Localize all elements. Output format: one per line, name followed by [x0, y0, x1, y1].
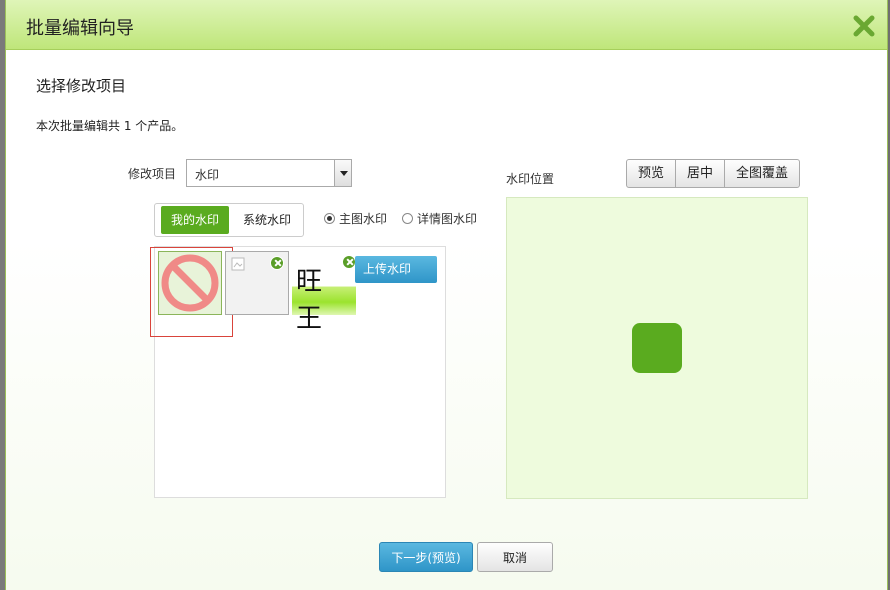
watermark-item-no-entry[interactable] [158, 251, 222, 315]
watermark-tabs: 我的水印 系统水印 [154, 203, 304, 237]
remove-watermark-icon[interactable] [270, 256, 284, 270]
dialog-header: 批量编辑向导 [6, 0, 887, 50]
tab-my-watermark[interactable]: 我的水印 [161, 206, 229, 234]
center-button[interactable]: 居中 [676, 160, 726, 187]
radio-button[interactable] [402, 213, 413, 224]
radio-button-checked[interactable] [324, 213, 335, 224]
preview-button[interactable]: 预览 [627, 160, 677, 187]
dialog-title: 批量编辑向导 [26, 18, 134, 39]
broken-image-icon [231, 257, 245, 271]
dialog-body: 选择修改项目 本次批量编辑共 1 个产品。 修改项目 水印 我的水印 系统水印 … [6, 51, 887, 590]
watermark-position-label: 水印位置 [506, 172, 555, 186]
modify-item-value: 水印 [195, 168, 220, 182]
modify-item-label: 修改项目 [128, 167, 177, 181]
batch-edit-dialog: 批量编辑向导 选择修改项目 本次批量编辑共 1 个产品。 修改项目 水印 我的水… [5, 0, 888, 590]
radio-main-image-label: 主图水印 [339, 212, 388, 226]
tab-system-watermark[interactable]: 系统水印 [233, 206, 301, 234]
upload-watermark-button[interactable]: 上传水印 [355, 256, 437, 283]
product-count-info: 本次批量编辑共 1 个产品。 [36, 119, 184, 133]
watermark-item-text[interactable]: 旺 王 [292, 251, 356, 334]
modify-item-select[interactable]: 水印 [186, 159, 352, 187]
section-title: 选择修改项目 [36, 77, 127, 95]
watermark-position-handle[interactable] [632, 323, 682, 373]
no-entry-icon [161, 254, 219, 312]
watermark-text: 旺 王 [296, 267, 337, 334]
cancel-button[interactable]: 取消 [477, 542, 553, 572]
remove-watermark-icon[interactable] [342, 255, 356, 269]
next-step-button[interactable]: 下一步(预览) [379, 542, 473, 572]
radio-detail-image[interactable]: 详情图水印 [402, 210, 477, 228]
radio-main-image[interactable]: 主图水印 [324, 210, 387, 228]
radio-detail-image-label: 详情图水印 [417, 212, 478, 226]
cover-all-button[interactable]: 全图覆盖 [725, 160, 799, 187]
close-icon[interactable] [853, 15, 875, 37]
watermark-position-area[interactable] [506, 197, 808, 499]
chevron-down-icon[interactable] [334, 160, 351, 186]
watermark-item-broken[interactable] [225, 251, 289, 315]
position-button-group: 预览 居中 全图覆盖 [626, 159, 801, 188]
